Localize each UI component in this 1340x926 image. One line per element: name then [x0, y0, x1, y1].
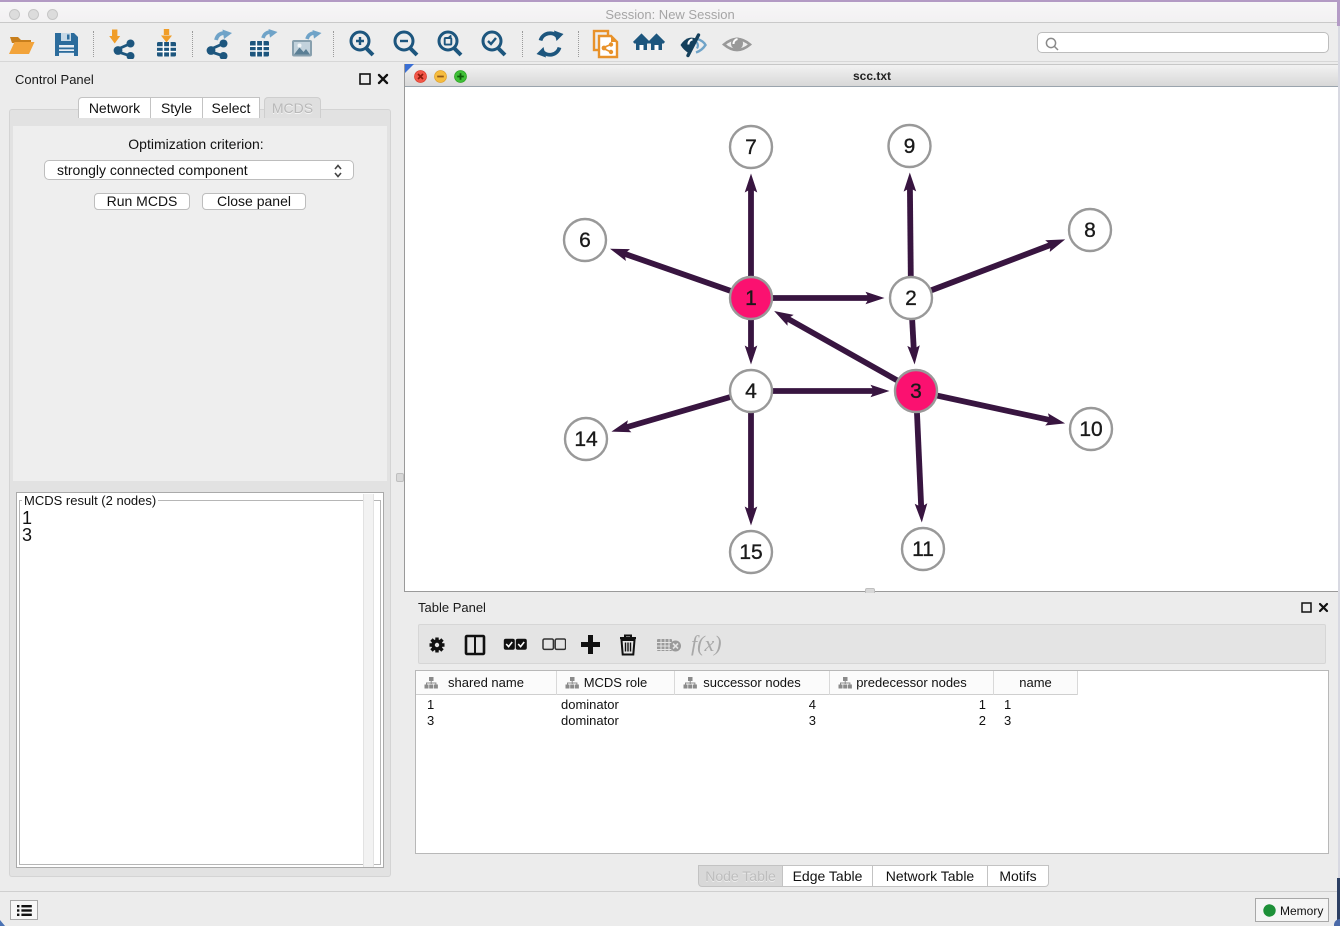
svg-text:10: 10 — [1079, 418, 1102, 441]
svg-text:2: 2 — [905, 287, 917, 310]
svg-text:1: 1 — [745, 287, 757, 310]
svg-text:9: 9 — [904, 135, 916, 158]
svg-text:7: 7 — [745, 136, 757, 159]
svg-text:15: 15 — [739, 541, 762, 564]
svg-text:8: 8 — [1084, 219, 1096, 242]
svg-text:14: 14 — [574, 428, 598, 451]
svg-text:4: 4 — [745, 380, 757, 403]
svg-text:11: 11 — [912, 538, 934, 561]
svg-text:6: 6 — [579, 229, 591, 252]
svg-text:3: 3 — [910, 380, 922, 403]
